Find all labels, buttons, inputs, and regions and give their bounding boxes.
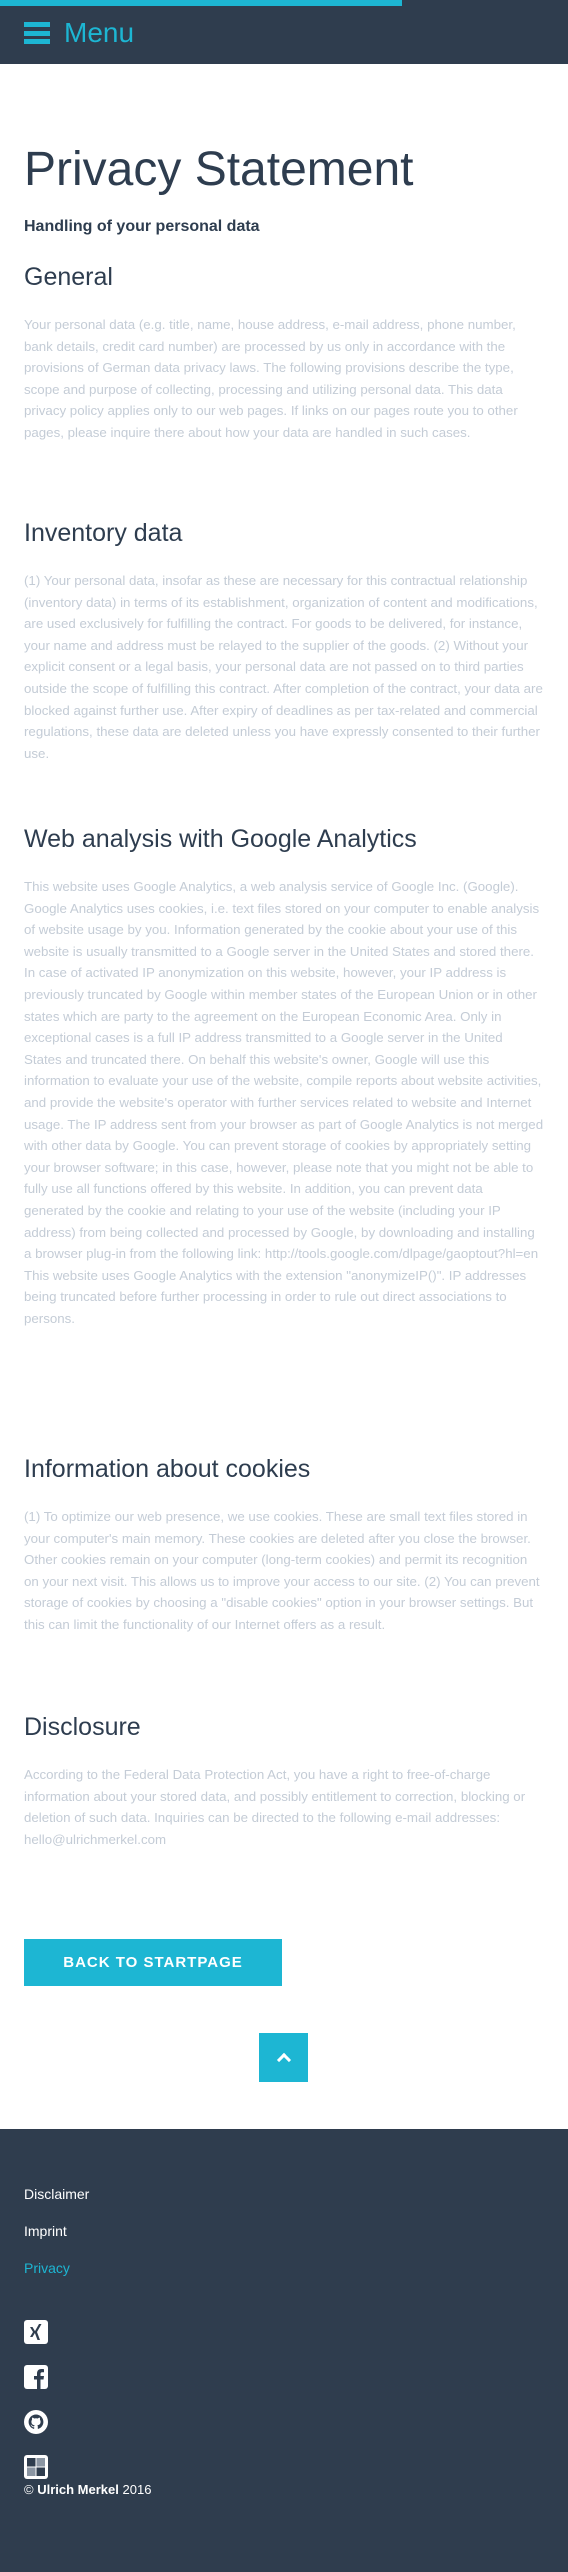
menu-label: Menu (64, 17, 135, 48)
section-heading: General (24, 263, 113, 291)
back-to-startpage-button[interactable]: BACK TO STARTPAGE (24, 1939, 282, 1986)
section-google-analytics: Web analysis with Google Analytics This … (24, 824, 544, 1329)
section-text: (1) To optimize our web presence, we use… (24, 1509, 540, 1632)
section-text: According to the Federal Data Protection… (24, 1767, 526, 1847)
facebook-icon[interactable] (24, 2365, 48, 2389)
section-cookies: Information about cookies (1) To optimiz… (24, 1454, 544, 1636)
copyright-name: Ulrich Merkel (37, 2482, 119, 2497)
chevron-up-icon (276, 2052, 291, 2068)
footer-link-imprint[interactable]: Imprint (24, 2223, 67, 2239)
footer-link-privacy[interactable]: Privacy (24, 2260, 70, 2276)
page-header: Privacy Statement Handling of your perso… (24, 140, 544, 236)
section-inventory-data: Inventory data (1) Your personal data, i… (24, 518, 544, 764)
section-heading: Web analysis with Google Analytics (24, 825, 417, 853)
top-bar: Menu (0, 0, 568, 64)
hamburger-icon (24, 20, 50, 46)
section-general: General Your personal data (e.g. title, … (24, 262, 544, 444)
scroll-to-top-button[interactable] (259, 2033, 308, 2082)
delicious-icon[interactable] (24, 2455, 48, 2479)
section-text: Your personal data (e.g. title, name, ho… (24, 317, 518, 440)
section-heading: Disclosure (24, 1713, 141, 1741)
copyright: © Ulrich Merkel 2016 (24, 2482, 151, 2497)
footer-link-disclaimer[interactable]: Disclaimer (24, 2186, 89, 2202)
section-text: (1) Your personal data, insofar as these… (24, 573, 543, 761)
section-disclosure: Disclosure According to the Federal Data… (24, 1712, 544, 1850)
page-title: Privacy Statement (24, 143, 414, 196)
section-heading: Information about cookies (24, 1455, 311, 1483)
top-accent-bar (0, 0, 402, 6)
menu-button[interactable]: Menu (24, 18, 134, 48)
section-text: This website uses Google Analytics, a we… (24, 879, 544, 1326)
copyright-symbol: © (24, 2482, 34, 2497)
page-subtitle: Handling of your personal data (24, 218, 260, 235)
xing-icon[interactable] (24, 2320, 48, 2344)
section-heading: Inventory data (24, 519, 183, 547)
copyright-year: 2016 (122, 2482, 152, 2497)
github-icon[interactable] (24, 2410, 48, 2434)
